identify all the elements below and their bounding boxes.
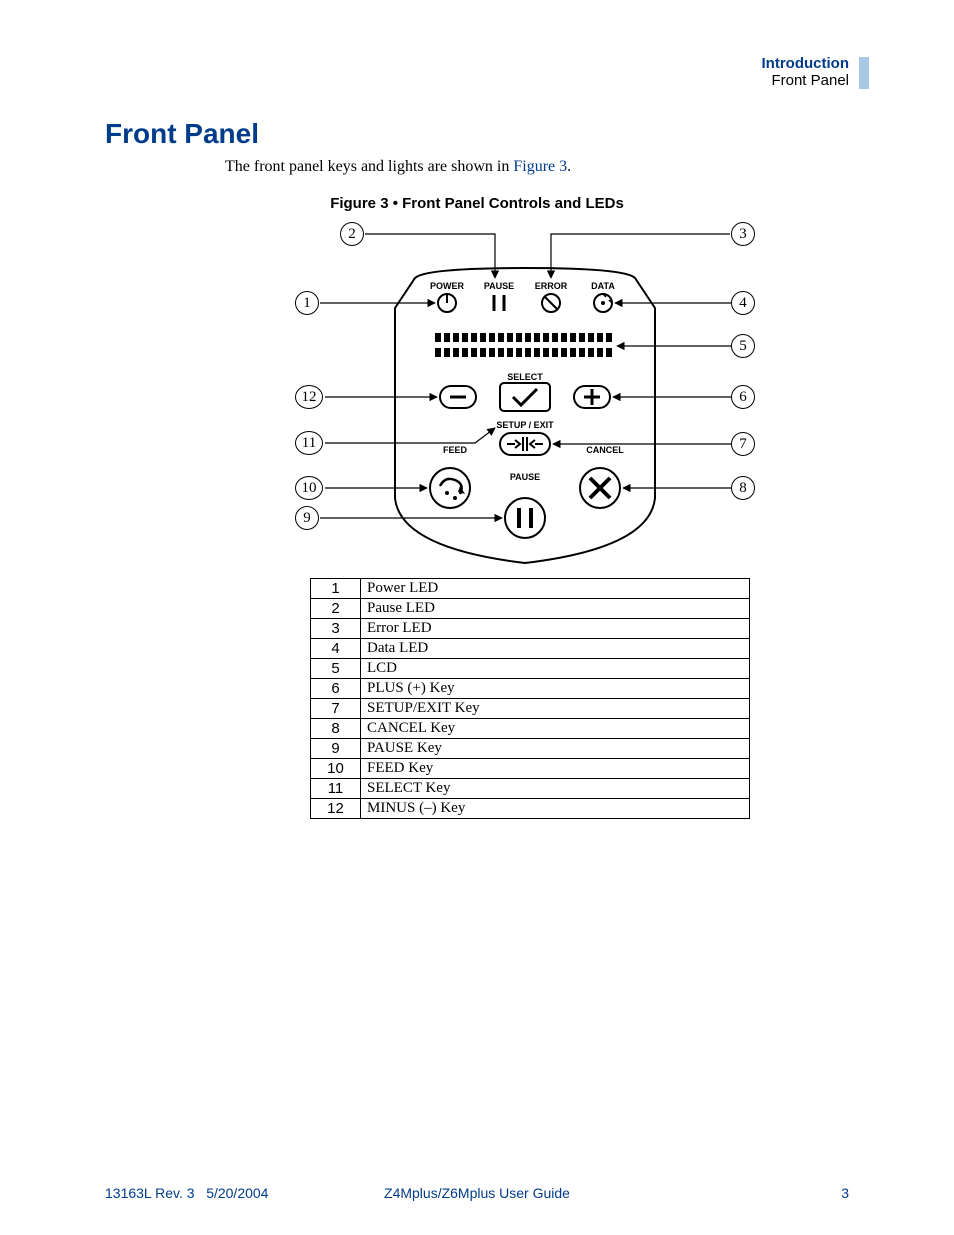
page-header: Introduction Front Panel <box>762 55 849 89</box>
callout-1: 1 <box>295 291 319 315</box>
select-key-icon <box>500 383 550 411</box>
callout-8: 8 <box>731 476 755 500</box>
feed-key-icon <box>430 468 470 508</box>
callout-7: 7 <box>731 432 755 456</box>
callout-11: 11 <box>295 431 323 455</box>
label-setup-exit: SETUP / EXIT <box>496 420 554 430</box>
label-pause-key: PAUSE <box>510 472 540 482</box>
setup-exit-key-icon <box>500 433 550 455</box>
label-error: ERROR <box>535 281 568 291</box>
callout-12: 12 <box>295 385 323 409</box>
callout-3: 3 <box>731 222 755 246</box>
legend-num: 9 <box>311 739 361 759</box>
label-feed: FEED <box>443 445 468 455</box>
table-row: 10FEED Key <box>311 759 750 779</box>
legend-num: 10 <box>311 759 361 779</box>
callout-5: 5 <box>731 334 755 358</box>
table-row: 12MINUS (–) Key <box>311 799 750 819</box>
legend-num: 2 <box>311 599 361 619</box>
intro-text-suffix: . <box>567 158 571 175</box>
legend-num: 1 <box>311 579 361 599</box>
pause-key-icon <box>505 498 545 538</box>
table-row: 8CANCEL Key <box>311 719 750 739</box>
legend-desc: SELECT Key <box>361 779 750 799</box>
legend-desc: FEED Key <box>361 759 750 779</box>
legend-num: 4 <box>311 639 361 659</box>
legend-desc: Error LED <box>361 619 750 639</box>
cancel-key-icon <box>580 468 620 508</box>
legend-desc: SETUP/EXIT Key <box>361 699 750 719</box>
legend-num: 6 <box>311 679 361 699</box>
legend-num: 3 <box>311 619 361 639</box>
page-title: Front Panel <box>105 118 259 150</box>
data-led-icon <box>594 294 612 312</box>
plus-key-icon <box>574 386 610 408</box>
header-accent-bar <box>859 57 869 89</box>
footer-doc-title: Z4Mplus/Z6Mplus User Guide <box>105 1185 849 1201</box>
legend-num: 12 <box>311 799 361 819</box>
front-panel-diagram: POWER PAUSE ERROR DATA <box>295 218 755 568</box>
figure-caption: Figure 3 • Front Panel Controls and LEDs <box>0 195 954 212</box>
legend-desc: PLUS (+) Key <box>361 679 750 699</box>
legend-num: 11 <box>311 779 361 799</box>
footer-page-number: 3 <box>841 1185 849 1201</box>
intro-paragraph: The front panel keys and lights are show… <box>225 158 571 176</box>
minus-key-icon <box>440 386 476 408</box>
table-row: 5LCD <box>311 659 750 679</box>
table-row: 6PLUS (+) Key <box>311 679 750 699</box>
callout-9: 9 <box>295 506 319 530</box>
table-row: 9PAUSE Key <box>311 739 750 759</box>
legend-desc: Pause LED <box>361 599 750 619</box>
diagram-svg: POWER PAUSE ERROR DATA <box>295 218 755 568</box>
legend-num: 7 <box>311 699 361 719</box>
callout-10: 10 <box>295 476 323 500</box>
legend-desc: LCD <box>361 659 750 679</box>
intro-text-prefix: The front panel keys and lights are show… <box>225 158 513 175</box>
label-select: SELECT <box>507 372 543 382</box>
table-row: 1Power LED <box>311 579 750 599</box>
label-data: DATA <box>591 281 615 291</box>
label-power: POWER <box>430 281 465 291</box>
callout-2: 2 <box>340 222 364 246</box>
legend-desc: CANCEL Key <box>361 719 750 739</box>
error-led-icon <box>542 294 560 312</box>
table-row: 7SETUP/EXIT Key <box>311 699 750 719</box>
table-row: 11SELECT Key <box>311 779 750 799</box>
table-row: 4Data LED <box>311 639 750 659</box>
callout-4: 4 <box>731 291 755 315</box>
legend-desc: MINUS (–) Key <box>361 799 750 819</box>
header-section: Front Panel <box>762 72 849 89</box>
legend-desc: PAUSE Key <box>361 739 750 759</box>
legend-desc: Data LED <box>361 639 750 659</box>
label-pause-led: PAUSE <box>484 281 514 291</box>
label-cancel: CANCEL <box>586 445 624 455</box>
table-row: 3Error LED <box>311 619 750 639</box>
header-chapter: Introduction <box>762 55 849 72</box>
figure-reference-link[interactable]: Figure 3 <box>513 158 567 175</box>
legend-num: 8 <box>311 719 361 739</box>
lcd-display <box>435 333 615 357</box>
table-row: 2Pause LED <box>311 599 750 619</box>
legend-table: 1Power LED 2Pause LED 3Error LED 4Data L… <box>310 578 750 819</box>
legend-num: 5 <box>311 659 361 679</box>
power-led-icon <box>438 294 456 312</box>
legend-desc: Power LED <box>361 579 750 599</box>
pause-led-icon <box>494 295 504 311</box>
callout-6: 6 <box>731 385 755 409</box>
